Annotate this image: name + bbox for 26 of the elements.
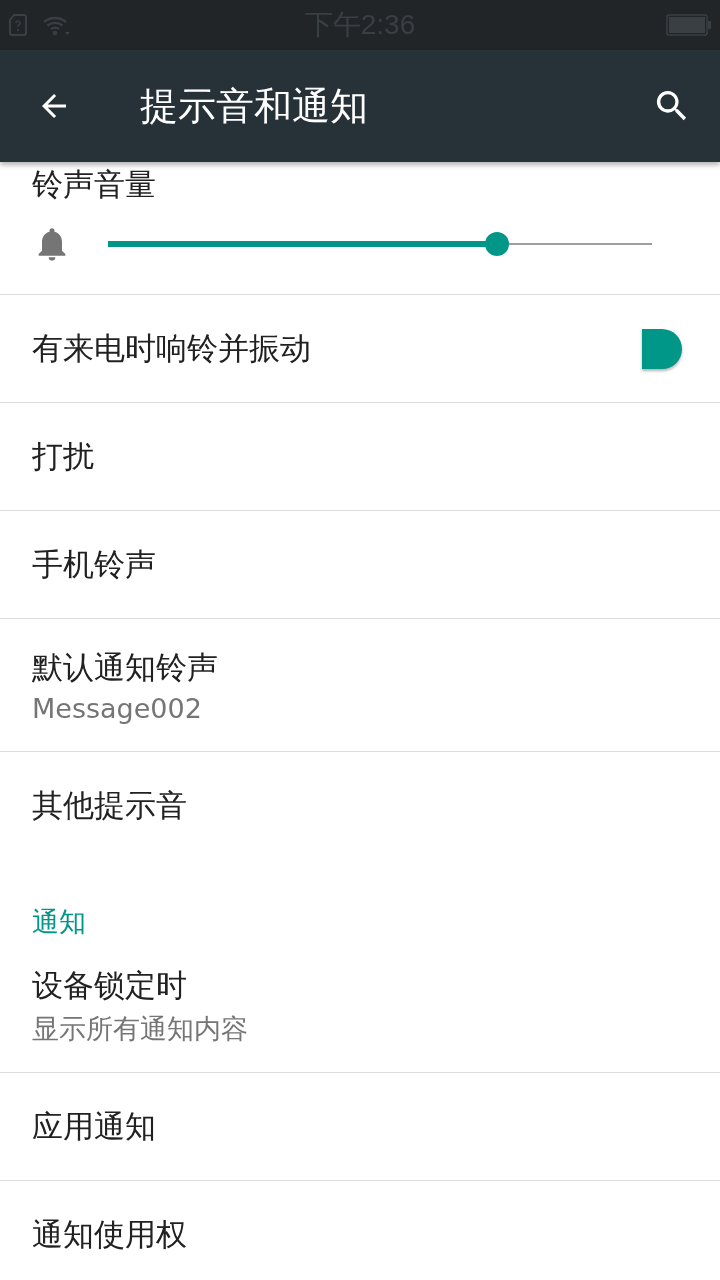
list-item[interactable]: 其他提示音 (0, 752, 720, 860)
list-item[interactable]: 通知使用权 (0, 1181, 720, 1280)
item-title: 其他提示音 (32, 786, 187, 825)
item-title: 设备锁定时 (32, 966, 188, 1005)
item-summary: Message002 (32, 692, 203, 724)
list-item[interactable]: 应用通知 (0, 1073, 720, 1181)
sim-card-icon (8, 13, 28, 37)
item-title: 打扰 (32, 436, 94, 476)
volume-slider[interactable] (108, 231, 652, 257)
slider-thumb[interactable] (484, 232, 509, 256)
item-summary: 显示所有通知内容 (32, 1012, 249, 1046)
list-item[interactable]: 默认通知铃声 Message002 (0, 619, 720, 752)
battery-icon (666, 13, 712, 37)
item-title: 通知使用权 (32, 1215, 187, 1254)
list-item[interactable]: 设备锁定时 显示所有通知内容 (0, 940, 720, 1073)
screen-title: 提示音和通知 (140, 82, 368, 130)
item-title: 铃声音量 (32, 165, 157, 204)
list-item[interactable]: 有来电时响铃并振动 (0, 295, 720, 403)
list-item[interactable]: 打扰 (0, 403, 720, 511)
section-header: 通知 (32, 905, 86, 939)
wifi-icon (42, 14, 70, 36)
list-item[interactable]: 手机铃声 (0, 511, 720, 619)
item-title: 手机铃声 (32, 544, 156, 584)
item-title: 默认通知铃声 (32, 647, 219, 687)
item-title: 有来电时响铃并振动 (32, 328, 311, 368)
item-title: 应用通知 (32, 1106, 156, 1146)
